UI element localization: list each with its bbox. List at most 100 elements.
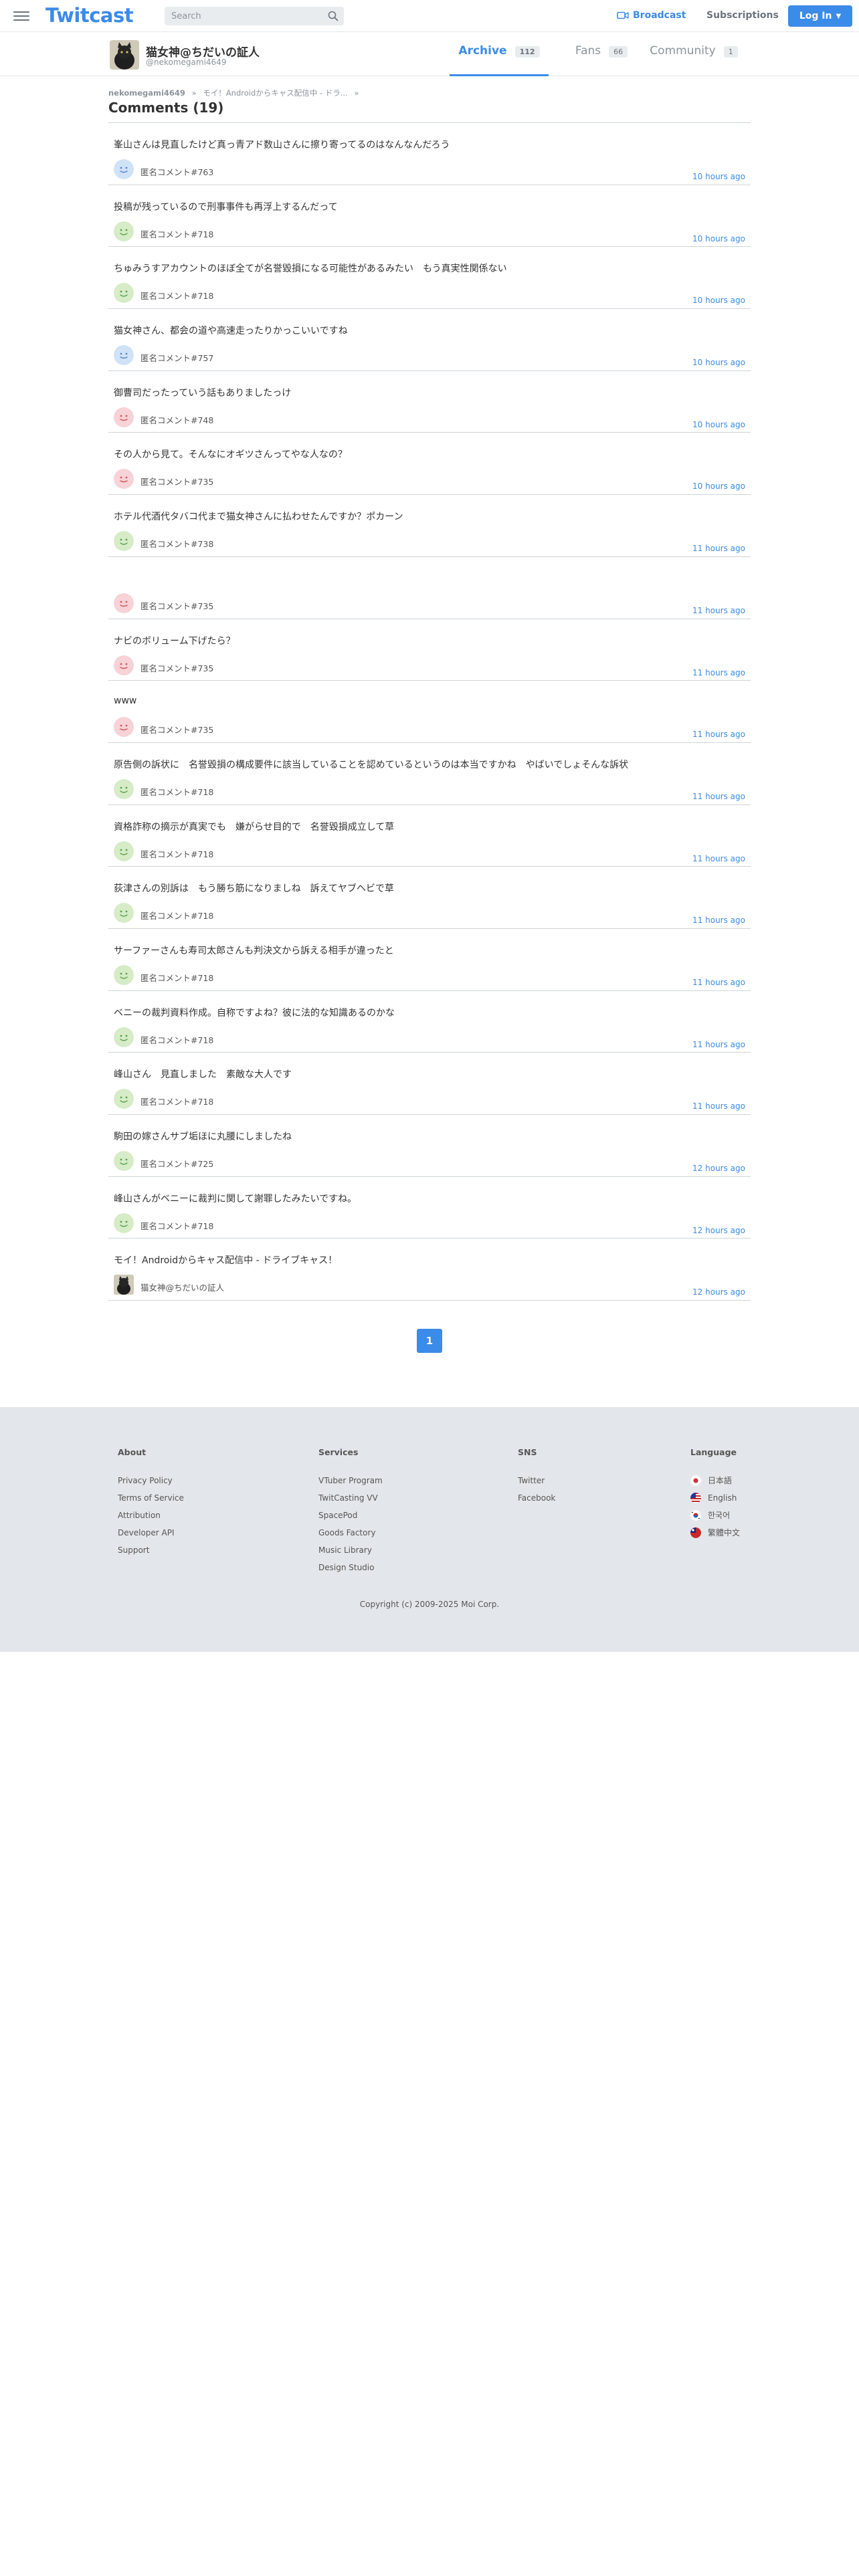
comment-timestamp[interactable]: 11 hours ago xyxy=(692,730,745,739)
smiley-face-avatar-icon[interactable] xyxy=(114,407,134,427)
language-japanese[interactable]: 日本語 xyxy=(690,1472,740,1489)
smiley-face-avatar-icon[interactable] xyxy=(114,841,134,861)
comment-timestamp[interactable]: 11 hours ago xyxy=(692,978,745,987)
comment-timestamp[interactable]: 10 hours ago xyxy=(692,420,745,429)
japan-flag-icon xyxy=(690,1475,701,1486)
comment-timestamp[interactable]: 11 hours ago xyxy=(692,854,745,863)
comment-author[interactable]: 匿名コメント#735 xyxy=(140,475,213,488)
korea-flag-icon xyxy=(690,1510,701,1521)
footer-link[interactable]: Support xyxy=(118,1541,184,1559)
comment-author[interactable]: 匿名コメント#718 xyxy=(140,227,213,240)
comment-row: 峰山さんがベニーに裁判に関して謝罪したみたいですね。 匿名コメント#718 12 h… xyxy=(108,1177,751,1239)
comment-author[interactable]: 匿名コメント#738 xyxy=(140,537,213,550)
comment-timestamp[interactable]: 11 hours ago xyxy=(692,1040,745,1049)
footer-link[interactable]: Terms of Service xyxy=(118,1489,184,1507)
smiley-face-avatar-icon[interactable] xyxy=(114,283,134,304)
tab-community[interactable]: Community 1 xyxy=(644,44,744,76)
comment-author[interactable]: 匿名コメント#718 xyxy=(140,1033,213,1046)
comment-author[interactable]: 匿名コメント#718 xyxy=(140,1095,213,1107)
smiley-face-avatar-icon[interactable] xyxy=(114,1027,134,1047)
smiley-face-avatar-icon[interactable] xyxy=(114,964,134,985)
hamburger-menu-icon[interactable] xyxy=(13,9,29,23)
language-korean[interactable]: 한국어 xyxy=(690,1507,740,1524)
smiley-face-avatar-icon[interactable] xyxy=(114,531,134,552)
comment-row: その人から見て。そんなにオギツさんってやな人なの？ 匿名コメント#735 10 ho… xyxy=(108,433,751,496)
twitcast-logo[interactable]: Twitcast xyxy=(45,4,134,27)
footer-link[interactable]: Attribution xyxy=(118,1507,184,1524)
comment-timestamp[interactable]: 10 hours ago xyxy=(692,481,745,491)
comment-timestamp[interactable]: 12 hours ago xyxy=(692,1226,745,1235)
comment-author[interactable]: 匿名コメント#725 xyxy=(140,1157,213,1170)
comment-author[interactable]: 匿名コメント#718 xyxy=(140,785,213,798)
comment-timestamp[interactable]: 11 hours ago xyxy=(692,916,745,925)
comment-author[interactable]: 匿名コメント#763 xyxy=(140,165,213,178)
smiley-face-avatar-icon[interactable] xyxy=(114,1151,134,1171)
comment-timestamp[interactable]: 11 hours ago xyxy=(692,606,745,615)
footer-link[interactable]: Facebook xyxy=(518,1489,555,1507)
comment-author[interactable]: 匿名コメント#718 xyxy=(140,289,213,302)
smiley-face-avatar-icon[interactable] xyxy=(114,221,134,241)
comment-text: モイ！Androidからキャス配信中 - ドライブキャス！ xyxy=(114,1255,338,1267)
comment-author[interactable]: 匿名コメント#735 xyxy=(140,661,213,674)
comment-author[interactable]: 匿名コメント#735 xyxy=(140,723,213,736)
comment-author[interactable]: 匿名コメント#718 xyxy=(140,909,213,922)
comment-timestamp[interactable]: 11 hours ago xyxy=(692,1101,745,1111)
broadcast-link[interactable]: Broadcast xyxy=(617,10,686,21)
comment-timestamp[interactable]: 11 hours ago xyxy=(692,668,745,677)
comment-author[interactable]: 匿名コメント#735 xyxy=(140,599,213,612)
comment-author[interactable]: 匿名コメント#718 xyxy=(140,847,213,860)
smiley-face-avatar-icon[interactable] xyxy=(114,345,134,366)
us-flag-icon xyxy=(690,1493,701,1503)
comment-author[interactable]: 匿名コメント#718 xyxy=(140,971,213,984)
comment-row: モイ！Androidからキャス配信中 - ドライブキャス！ 猫女神@ちだいの証人 1… xyxy=(108,1239,751,1301)
footer-link[interactable]: Twitter xyxy=(518,1472,555,1489)
footer-link[interactable]: VTuber Program xyxy=(318,1472,383,1489)
tab-fans[interactable]: Fans 66 xyxy=(561,44,642,76)
tab-archive[interactable]: Archive 112 xyxy=(450,44,549,76)
footer-link[interactable]: Privacy Policy xyxy=(118,1472,184,1489)
comment-timestamp[interactable]: 12 hours ago xyxy=(692,1287,745,1297)
breadcrumb-user[interactable]: nekomegami4649 xyxy=(108,88,185,98)
smiley-face-avatar-icon[interactable] xyxy=(114,1212,134,1233)
login-button[interactable]: Log In ▼ xyxy=(788,5,852,27)
footer-link[interactable]: TwitCasting VV xyxy=(318,1489,383,1507)
smiley-face-avatar-icon[interactable] xyxy=(114,159,134,179)
subscriptions-link[interactable]: Subscriptions xyxy=(706,10,779,21)
comment-author[interactable]: 匿名コメント#718 xyxy=(140,1219,213,1232)
language-traditional-chinese[interactable]: 繁體中文 xyxy=(690,1524,740,1541)
smiley-face-avatar-icon[interactable] xyxy=(114,717,134,738)
footer-link[interactable]: Developer API xyxy=(118,1524,184,1541)
breadcrumb-separator: » xyxy=(191,88,197,98)
comment-author[interactable]: 猫女神@ちだいの証人 xyxy=(140,1281,224,1293)
pagination-page-button[interactable]: 1 xyxy=(417,1329,442,1353)
comment-timestamp[interactable]: 10 hours ago xyxy=(692,172,745,181)
comment-timestamp[interactable]: 12 hours ago xyxy=(692,1164,745,1173)
footer-link[interactable]: Goods Factory xyxy=(318,1524,383,1541)
language-english[interactable]: English xyxy=(690,1489,740,1507)
comment-text: ホテル代酒代タバコ代まで猫女神さんに払わせたんですか？ポカーン xyxy=(114,512,403,523)
comment-row: 資格詐称の摘示が真実でも 嫌がらせ目的で 名誉毀損成立して草 匿名コメント#718… xyxy=(108,805,751,867)
comment-timestamp[interactable]: 10 hours ago xyxy=(692,296,745,305)
footer-link[interactable]: Music Library xyxy=(318,1541,383,1559)
footer-link[interactable]: Design Studio xyxy=(318,1559,383,1576)
comment-timestamp[interactable]: 11 hours ago xyxy=(692,544,745,553)
comment-timestamp[interactable]: 11 hours ago xyxy=(692,792,745,801)
comment-timestamp[interactable]: 10 hours ago xyxy=(692,358,745,367)
comment-author[interactable]: 匿名コメント#757 xyxy=(140,351,213,364)
cat-avatar-icon[interactable] xyxy=(110,40,139,70)
comment-text: www xyxy=(114,695,137,707)
smiley-face-avatar-icon[interactable] xyxy=(114,1089,134,1109)
breadcrumb-movie[interactable]: モイ！Androidからキャス配信中 - ドラ... xyxy=(203,88,347,98)
footer-link[interactable]: SpacePod xyxy=(318,1507,383,1524)
comment-author[interactable]: 匿名コメント#748 xyxy=(140,413,213,426)
smiley-face-avatar-icon[interactable] xyxy=(114,778,134,799)
smiley-face-avatar-icon[interactable] xyxy=(114,469,134,490)
smiley-face-avatar-icon[interactable] xyxy=(114,655,134,675)
tab-count: 66 xyxy=(609,46,628,58)
comment-timestamp[interactable]: 10 hours ago xyxy=(692,234,745,243)
search-icon[interactable] xyxy=(328,11,339,21)
smiley-face-avatar-icon[interactable] xyxy=(114,593,134,613)
cat-avatar-icon[interactable] xyxy=(114,1275,134,1295)
smiley-face-avatar-icon[interactable] xyxy=(114,903,134,924)
search-input[interactable] xyxy=(165,7,318,25)
